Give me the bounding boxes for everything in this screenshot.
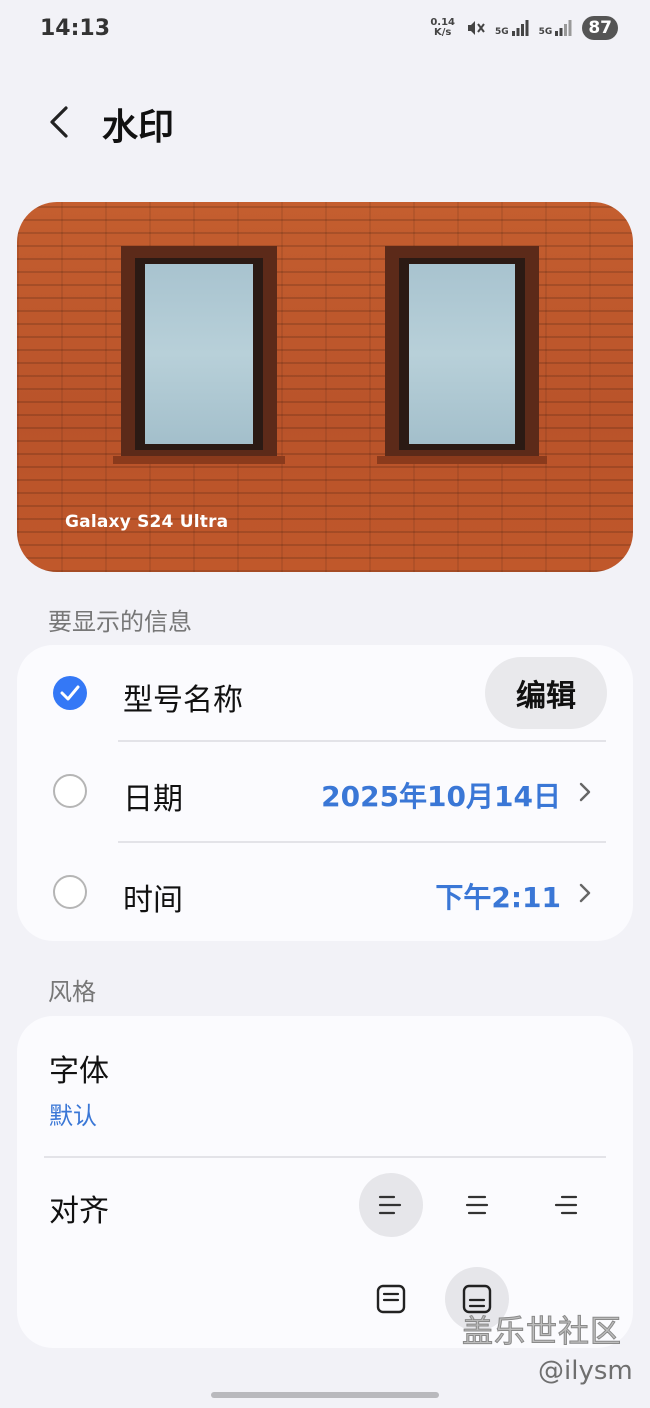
checkbox-checked-icon[interactable] xyxy=(53,676,87,710)
window-left xyxy=(113,246,285,464)
style-card: 字体 默认 对齐 xyxy=(17,1016,633,1348)
sim1-network-type: 5G xyxy=(495,27,509,37)
align-right-button[interactable] xyxy=(533,1173,597,1237)
user-handle-watermark: @ilysm xyxy=(538,1356,633,1386)
time-value: 下午2:11 xyxy=(435,881,561,914)
align-left-icon xyxy=(378,1195,402,1215)
header: 水印 xyxy=(0,90,650,154)
battery-indicator: 87 xyxy=(582,16,618,40)
chevron-right-icon xyxy=(575,778,595,806)
align-center-button[interactable] xyxy=(445,1173,509,1237)
network-speed: 0.14 K/s xyxy=(430,18,455,38)
info-row-model-name[interactable]: 型号名称 编辑 xyxy=(17,645,633,745)
mute-icon xyxy=(465,18,485,38)
network-speed-unit: K/s xyxy=(433,27,452,38)
align-center-icon xyxy=(465,1195,489,1215)
sim1-signal: 5G xyxy=(495,19,529,37)
back-arrow-icon[interactable] xyxy=(44,102,76,142)
info-row-date[interactable]: 日期 2025年10月14日 xyxy=(17,742,633,842)
frame-top-icon xyxy=(376,1284,406,1314)
align-right-icon xyxy=(554,1195,578,1215)
signal-icon xyxy=(554,19,572,37)
style-section-label: 风格 xyxy=(48,978,96,1006)
align-left-button[interactable] xyxy=(359,1173,423,1237)
alignment-label: 对齐 xyxy=(49,1194,109,1229)
font-setting-value: 默认 xyxy=(49,1102,97,1130)
divider xyxy=(44,1156,606,1158)
font-setting-title: 字体 xyxy=(49,1054,109,1089)
model-name-label: 型号名称 xyxy=(123,683,243,718)
time-label: 时间 xyxy=(123,883,183,918)
sim2-network-type: 5G xyxy=(538,27,553,37)
checkbox-unchecked-icon[interactable] xyxy=(53,875,87,909)
info-section-label: 要显示的信息 xyxy=(48,608,192,636)
info-row-time[interactable]: 时间 下午2:11 xyxy=(17,843,633,943)
checkbox-unchecked-icon[interactable] xyxy=(53,774,87,808)
status-icons: 0.14 K/s 5G 5G 87 xyxy=(430,16,618,40)
sim2-signal: 5G xyxy=(539,19,573,37)
info-card: 型号名称 编辑 日期 2025年10月14日 时间 下午2:11 xyxy=(17,645,633,941)
watermark-model-text: Galaxy S24 Ultra xyxy=(65,512,229,532)
date-value: 2025年10月14日 xyxy=(321,780,561,813)
position-top-button[interactable] xyxy=(359,1267,423,1331)
chevron-right-icon xyxy=(575,879,595,907)
page-title: 水印 xyxy=(102,107,175,148)
signal-icon xyxy=(511,19,529,37)
window-right xyxy=(377,246,547,464)
edit-button[interactable]: 编辑 xyxy=(485,657,607,729)
home-indicator[interactable] xyxy=(211,1392,439,1398)
status-time: 14:13 xyxy=(40,16,111,41)
date-label: 日期 xyxy=(123,782,183,817)
watermark-preview-image: Galaxy S24 Ultra xyxy=(17,202,633,572)
community-watermark: 盖乐世社区 xyxy=(462,1314,622,1351)
status-bar: 14:13 0.14 K/s 5G 5G 87 xyxy=(0,0,650,60)
